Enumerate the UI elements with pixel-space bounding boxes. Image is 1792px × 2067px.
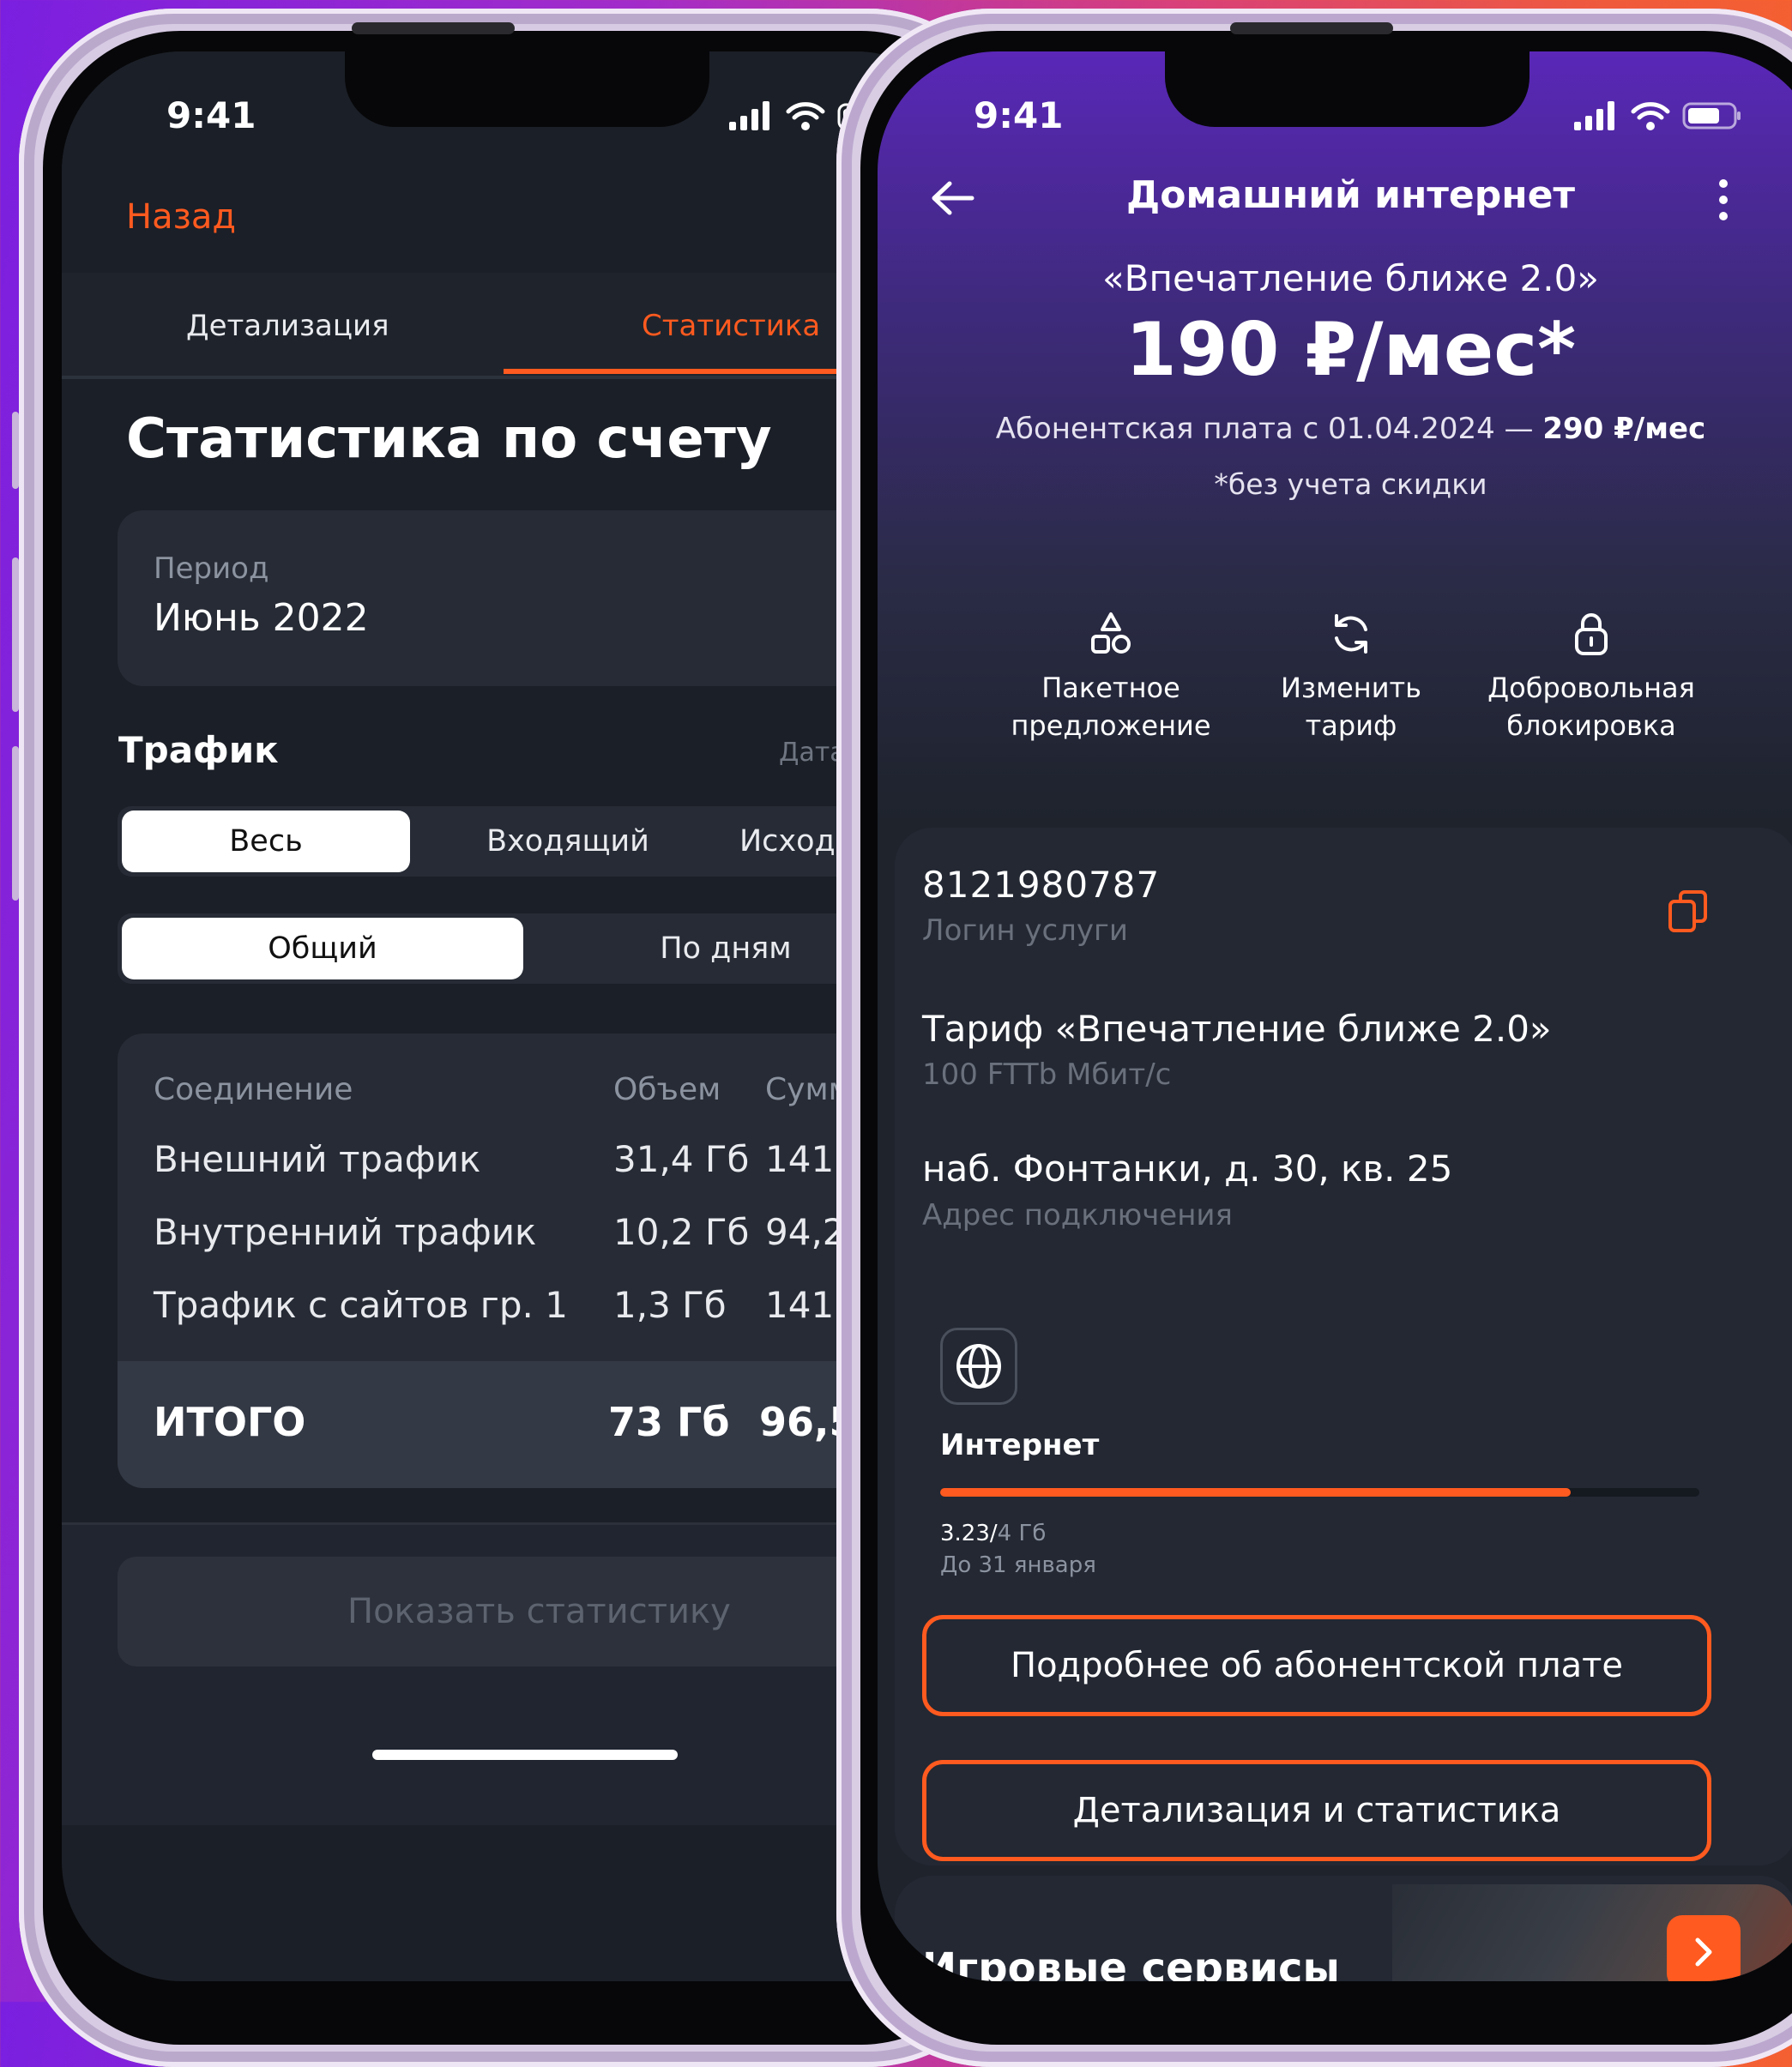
segment-all[interactable]: Весь	[122, 811, 410, 872]
login-value: 8121980787	[922, 864, 1161, 906]
tab-statistics[interactable]: Статистика	[642, 309, 820, 343]
action-package-offer[interactable]: Пакетное предложение	[982, 611, 1240, 744]
tariff-speed-label: 100 FTTb Мбит/с	[922, 1058, 1172, 1092]
volume-down-button	[12, 746, 19, 901]
col-header-volume: Объем	[613, 1072, 721, 1107]
fee-note: Абонентская плата с 01.04.2024 — 290 ₽/м…	[878, 412, 1792, 446]
period-label: Период	[154, 551, 269, 586]
status-time: 9:41	[166, 94, 256, 136]
copy-icon[interactable]	[1667, 888, 1710, 936]
wifi-icon	[786, 102, 825, 130]
fee-details-button[interactable]: Подробнее об абонентской плате	[922, 1615, 1711, 1716]
table-row-volume: 1,3 Гб	[613, 1284, 727, 1326]
period-value: Июнь 2022	[154, 596, 369, 640]
fee-value: 290 ₽/мес	[1542, 412, 1706, 446]
games-card[interactable]: Игровые сервисы	[895, 1876, 1792, 1981]
internet-usage: 3.23/4 Гб	[940, 1521, 1046, 1546]
table-row-name: Внутренний трафик	[154, 1211, 537, 1253]
home-indicator	[372, 1750, 678, 1760]
notch	[1165, 51, 1530, 127]
traffic-title: Трафик	[118, 729, 279, 771]
right-phone: 9:41 Домашний интернет «Впечатление ближ…	[836, 9, 1792, 2067]
action-change-tariff[interactable]: Изменить тариф	[1222, 611, 1480, 744]
back-link[interactable]: Назад	[126, 197, 236, 237]
speaker-grille	[1230, 22, 1393, 34]
internet-usage-bar	[940, 1488, 1699, 1497]
games-title: Игровые сервисы	[922, 1944, 1340, 1981]
col-header-connection: Соединение	[154, 1072, 353, 1107]
tariff-value: Тариф «Впечатление ближе 2.0»	[922, 1008, 1552, 1050]
refresh-icon	[1335, 614, 1367, 654]
more-vertical-icon[interactable]	[1717, 178, 1730, 221]
table-row-name: Трафик с сайтов гр. 1	[154, 1284, 568, 1326]
page-title: Статистика по счету	[126, 407, 772, 471]
speaker-grille	[352, 22, 515, 34]
action-label: блокировка	[1506, 709, 1676, 742]
segment-total[interactable]: Общий	[122, 918, 523, 979]
signal-icon	[729, 101, 769, 130]
status-icons	[1574, 101, 1742, 130]
discount-note: *без учета скидки	[1214, 467, 1487, 501]
page-title: Домашний интернет	[1126, 173, 1575, 217]
battery-icon	[1682, 102, 1741, 130]
address-value: наб. Фонтанки, д. 30, кв. 25	[922, 1148, 1453, 1190]
address-label: Адрес подключения	[922, 1198, 1233, 1232]
status-time: 9:41	[974, 94, 1064, 136]
segment-incoming[interactable]: Входящий	[422, 811, 714, 872]
games-open-button[interactable]	[1667, 1915, 1741, 1981]
tariff-name: «Впечатление ближе 2.0»	[1101, 257, 1600, 299]
total-volume: 73 Гб	[608, 1399, 730, 1445]
table-row-name: Внешний трафик	[154, 1138, 481, 1180]
action-label: предложение	[1011, 709, 1211, 742]
internet-label: Интернет	[940, 1428, 1100, 1462]
table-row-volume: 10,2 Гб	[613, 1211, 750, 1253]
usage-used: 3.23/	[940, 1521, 998, 1546]
action-voluntary-block[interactable]: Добровольная блокировка	[1463, 611, 1720, 744]
action-label: Добровольная	[1487, 672, 1695, 704]
wifi-icon	[1631, 102, 1670, 130]
fee-note-text: Абонентская плата с 01.04.2024 —	[995, 412, 1534, 446]
action-label: Пакетное	[1041, 672, 1180, 704]
action-label: Изменить	[1281, 672, 1421, 704]
detalization-button[interactable]: Детализация и статистика	[922, 1760, 1711, 1861]
mute-switch	[12, 412, 19, 489]
tab-detalization[interactable]: Детализация	[186, 309, 389, 343]
internet-icon-tile	[940, 1328, 1017, 1405]
chevron-right-icon	[1695, 1937, 1712, 1967]
total-label: ИТОГО	[154, 1399, 306, 1445]
signal-icon	[1574, 101, 1614, 130]
usage-total: 4 Гб	[997, 1521, 1047, 1546]
login-label: Логин услуги	[922, 913, 1128, 948]
shapes-icon	[1091, 612, 1131, 654]
internet-usage-fill	[940, 1488, 1571, 1497]
usage-until: До 31 января	[940, 1552, 1096, 1578]
action-label: тариф	[1305, 709, 1397, 742]
right-screen: 9:41 Домашний интернет «Впечатление ближ…	[878, 51, 1792, 1981]
volume-up-button	[12, 557, 19, 712]
lock-icon	[1575, 613, 1608, 655]
notch	[345, 51, 709, 127]
table-row-volume: 31,4 Гб	[613, 1138, 750, 1180]
tariff-price: 190 ₽/мес*	[1125, 307, 1577, 393]
service-card: 8121980787 Логин услуги Тариф «Впечатлен…	[895, 828, 1792, 1865]
globe-icon	[956, 1344, 1001, 1389]
